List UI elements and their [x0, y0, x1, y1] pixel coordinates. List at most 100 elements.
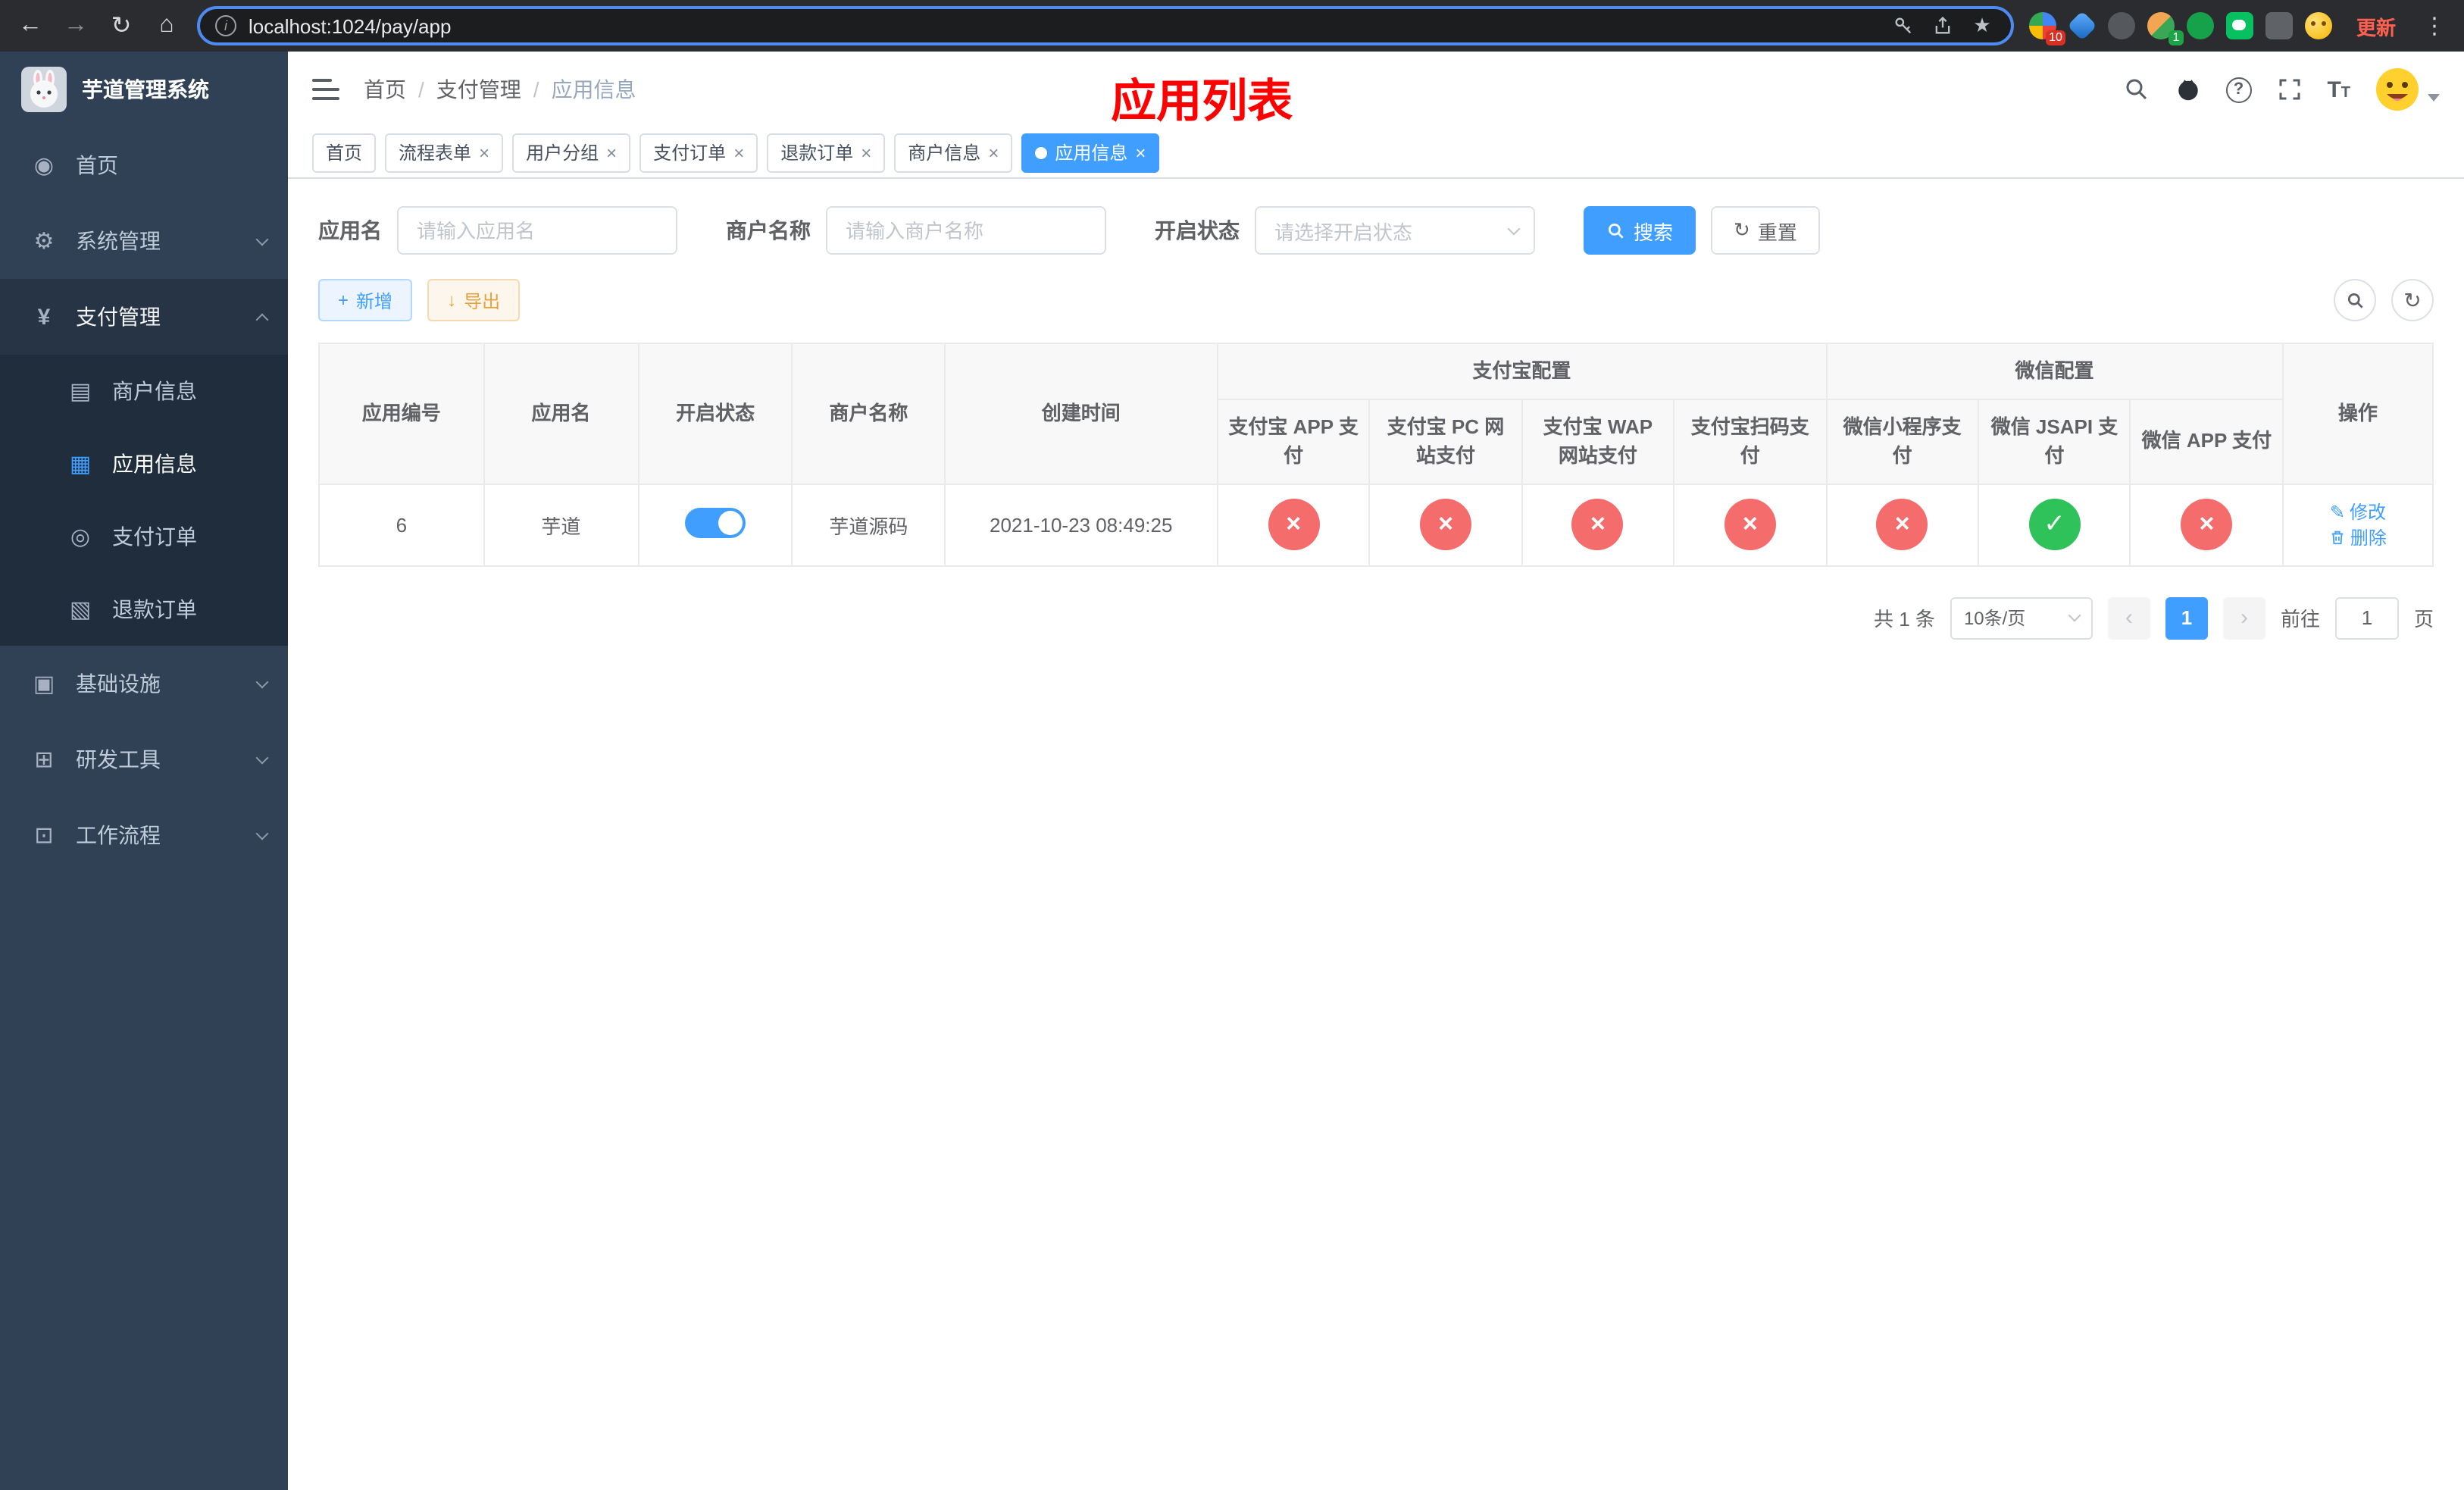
reset-icon: ↻	[1734, 218, 1750, 241]
alipay-qr-status-icon[interactable]	[1724, 499, 1776, 550]
export-button[interactable]: ↓ 导出	[427, 279, 521, 321]
browser-reload-icon[interactable]: ↻	[106, 11, 136, 41]
url-text[interactable]: localhost:1024/pay/app	[249, 14, 1878, 37]
top-navbar: 首页 / 支付管理 / 应用信息 应用列表 ? TT	[288, 52, 2464, 127]
sidebar-item-app-info[interactable]: ▦ 应用信息	[0, 427, 288, 500]
address-bar[interactable]: i localhost:1024/pay/app ★	[197, 6, 2014, 45]
sidebar-item-label: 商户信息	[112, 379, 197, 403]
screen: ← → ↻ ⌂ i localhost:1024/pay/app ★ 10 1 …	[0, 0, 2464, 1490]
close-icon[interactable]: ×	[479, 143, 489, 161]
extensions-puzzle-icon[interactable]	[2265, 12, 2293, 39]
chevron-down-icon	[255, 232, 269, 246]
pagination: 共 1 条 10条/页 ‹ 1 › 前往 页	[318, 596, 2434, 639]
user-avatar[interactable]	[2375, 67, 2440, 112]
site-info-icon[interactable]: i	[215, 15, 236, 36]
merchant-name-input[interactable]	[826, 206, 1106, 255]
workflow-icon: ⊡	[34, 823, 54, 849]
browser-back-icon[interactable]: ←	[15, 12, 45, 39]
extension-avatar-icon[interactable]: 1	[2147, 12, 2184, 45]
page-size-select[interactable]: 10条/页	[1950, 596, 2093, 639]
sidebar-item-infrastructure[interactable]: ▣ 基础设施	[0, 646, 288, 722]
tab-user-group[interactable]: 用户分组 ×	[512, 133, 631, 172]
wechat-jsapi-status-icon[interactable]	[2028, 499, 2081, 550]
font-size-icon[interactable]: TT	[2327, 77, 2350, 102]
next-page-button[interactable]: ›	[2222, 596, 2265, 639]
page-title: 应用列表	[1111, 77, 1293, 127]
alipay-pc-status-icon[interactable]	[1420, 499, 1471, 550]
sidebar-item-payment[interactable]: ¥ 支付管理	[0, 279, 288, 355]
share-icon[interactable]	[1929, 14, 1956, 38]
sidebar-toggle-icon[interactable]	[312, 79, 339, 100]
status-select[interactable]: 请选择开启状态	[1255, 206, 1535, 255]
tab-home[interactable]: 首页	[312, 133, 377, 172]
sidebar-item-merchant-info[interactable]: ▤ 商户信息	[0, 355, 288, 427]
header-search-icon[interactable]	[2122, 76, 2150, 103]
status-toggle[interactable]	[685, 507, 746, 537]
server-icon: ▣	[33, 671, 55, 697]
search-form: 应用名 商户名称 开启状态 请选择开启状态 搜索 ↻ 重置	[318, 206, 2434, 255]
breadcrumb-app-info: 应用信息	[551, 77, 636, 102]
status-select-placeholder: 请选择开启状态	[1274, 221, 1413, 243]
goto-label: 前往	[2280, 608, 2320, 631]
tab-merchant-info[interactable]: 商户信息 ×	[894, 133, 1013, 172]
browser-menu-icon[interactable]: ⋮	[2420, 12, 2449, 39]
add-button[interactable]: + 新增	[318, 279, 413, 321]
sidebar-logo[interactable]: 芋道管理系统	[0, 52, 288, 127]
profile-avatar-icon[interactable]	[2304, 12, 2332, 39]
delete-link[interactable]: 删除	[2329, 524, 2387, 550]
alipay-app-status-icon[interactable]	[1268, 499, 1320, 550]
sidebar-item-label: 工作流程	[76, 823, 161, 847]
close-icon[interactable]: ×	[1135, 143, 1146, 161]
toggle-search-button[interactable]	[2334, 279, 2376, 321]
alipay-wap-status-icon[interactable]	[1571, 499, 1624, 550]
edit-link[interactable]: ✎ 修改	[2330, 499, 2386, 524]
extension-badge: 10	[2046, 30, 2065, 45]
sidebar-item-home[interactable]: ◉ 首页	[0, 127, 288, 203]
app-name-input[interactable]	[397, 206, 677, 255]
browser-update-button[interactable]: 更新	[2347, 8, 2405, 43]
extension-dark-icon[interactable]	[2107, 12, 2135, 39]
toolbox-icon: ⊞	[34, 747, 54, 773]
refresh-button[interactable]: ↻	[2391, 279, 2434, 321]
browser-forward-icon[interactable]: →	[61, 12, 91, 39]
sidebar-item-workflow[interactable]: ⊡ 工作流程	[0, 797, 288, 873]
table-row: 6 芋道 芋道源码 2021-10-23 08:49:25 × × × × × …	[318, 483, 2434, 566]
current-page-button[interactable]: 1	[2165, 596, 2208, 639]
extension-wechat-icon[interactable]	[2225, 12, 2253, 39]
close-icon[interactable]: ×	[988, 143, 999, 161]
prev-page-button[interactable]: ‹	[2107, 596, 2150, 639]
sidebar-item-dev-tools[interactable]: ⊞ 研发工具	[0, 722, 288, 797]
close-icon[interactable]: ×	[733, 143, 744, 161]
wechat-mini-status-icon[interactable]	[1876, 499, 1928, 550]
password-key-icon[interactable]	[1890, 14, 1917, 38]
sidebar-item-refund-order[interactable]: ▧ 退款订单	[0, 573, 288, 646]
tab-app-info[interactable]: 应用信息 ×	[1021, 133, 1160, 172]
breadcrumb-separator: /	[533, 77, 539, 102]
col-actions: 操作	[2281, 343, 2434, 484]
sidebar-item-pay-order[interactable]: ◎ 支付订单	[0, 500, 288, 573]
sidebar-item-system[interactable]: ⚙ 系统管理	[0, 203, 288, 279]
tab-refund-order[interactable]: 退款订单 ×	[767, 133, 886, 172]
github-icon[interactable]	[2174, 76, 2201, 103]
extension-colorful-icon[interactable]: 10	[2028, 12, 2065, 45]
col-created: 创建时间	[943, 343, 1218, 484]
app-title: 芋道管理系统	[82, 77, 209, 102]
col-alipay-app: 支付宝 APP 支付	[1216, 398, 1371, 484]
breadcrumb-home[interactable]: 首页	[364, 74, 406, 105]
extension-gem-icon[interactable]	[2067, 11, 2097, 41]
search-button[interactable]: 搜索	[1584, 206, 1696, 255]
breadcrumb-payment[interactable]: 支付管理	[436, 74, 521, 105]
wechat-app-status-icon[interactable]	[2181, 499, 2233, 550]
extension-green-icon[interactable]	[2186, 12, 2214, 39]
goto-page-input[interactable]	[2334, 596, 2399, 639]
help-icon[interactable]: ?	[2225, 77, 2252, 102]
browser-home-icon[interactable]: ⌂	[152, 12, 182, 39]
close-icon[interactable]: ×	[606, 143, 617, 161]
merchant-name-label: 商户名称	[726, 218, 811, 243]
close-icon[interactable]: ×	[861, 143, 871, 161]
fullscreen-icon[interactable]	[2275, 76, 2303, 103]
tab-pay-order[interactable]: 支付订单 ×	[639, 133, 758, 172]
bookmark-star-icon[interactable]: ★	[1968, 14, 1996, 38]
reset-button[interactable]: ↻ 重置	[1711, 206, 1820, 255]
tab-process-form[interactable]: 流程表单 ×	[385, 133, 504, 172]
